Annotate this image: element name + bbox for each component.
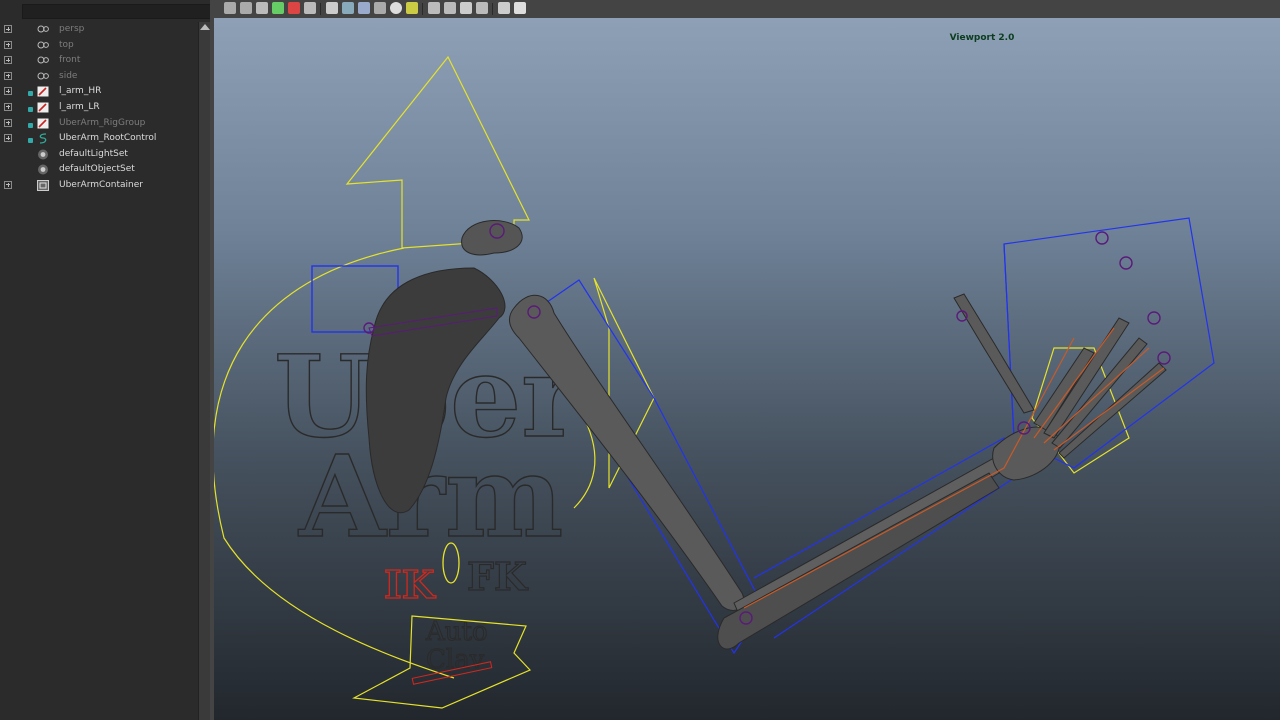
outliner-item[interactable]: front	[0, 53, 198, 69]
outliner-item[interactable]: l_arm_HR	[0, 84, 198, 100]
scene-3d-view[interactable]: Uber Arm IK FK Auto Clav	[214, 18, 1280, 720]
outliner-item[interactable]: UberArm_RigGroup	[0, 116, 198, 132]
outliner-item-label: defaultObjectSet	[59, 164, 135, 175]
expand-plus-icon[interactable]	[4, 180, 12, 189]
expand-plus-icon[interactable]	[4, 87, 12, 96]
outliner-item-label: side	[59, 70, 78, 81]
outliner-item-label: front	[59, 55, 81, 66]
select-camera-icon[interactable]	[224, 2, 236, 14]
outliner-item[interactable]: top	[0, 38, 198, 54]
expand-plus-icon[interactable]	[4, 118, 12, 127]
auto-label: Auto	[425, 617, 488, 647]
expand-plus-icon[interactable]	[4, 102, 12, 111]
outliner-item-label: l_arm_HR	[59, 86, 102, 97]
expand-plus-icon[interactable]	[4, 71, 12, 80]
expand-plus-icon[interactable]	[4, 134, 12, 143]
two-d-pan-zoom-icon[interactable]	[514, 2, 526, 14]
connection-flag-icon	[28, 106, 33, 112]
outliner-item-label: persp	[59, 24, 85, 34]
finger-joint-1	[1095, 231, 1109, 245]
connection-flag-icon	[28, 138, 33, 144]
use-lights-icon[interactable]	[390, 2, 402, 14]
viewport-toolbar	[214, 0, 1280, 19]
curve-icon	[37, 133, 49, 144]
outliner-search-field[interactable]	[22, 4, 212, 19]
forearm-ulna-bone	[717, 472, 1000, 650]
outliner-item-label: defaultLightSet	[59, 148, 128, 159]
outliner-item-label: UberArmContainer	[59, 179, 143, 190]
xray-icon[interactable]	[460, 2, 472, 14]
toolbar-separator	[320, 3, 321, 15]
outliner-item[interactable]: UberArmContainer	[0, 178, 198, 194]
ambient-occlusion-icon[interactable]	[428, 2, 440, 14]
outliner-item[interactable]: UberArm_RootControl	[0, 131, 198, 147]
outliner-item[interactable]: persp	[0, 22, 198, 38]
scroll-up-arrow-icon[interactable]	[200, 24, 210, 30]
camera-icon	[37, 24, 49, 35]
image-plane-icon[interactable]	[272, 2, 284, 14]
outliner-item-label: UberArm_RootControl	[59, 133, 157, 144]
transform-node-icon	[37, 118, 49, 129]
viewport-panel[interactable]: Viewport 2.0 Uber Arm IK FK Auto Clav	[214, 0, 1280, 720]
outliner-item-label: top	[59, 39, 74, 50]
outliner-item-label: UberArm_RigGroup	[59, 117, 146, 128]
outliner-item[interactable]: defaultObjectSet	[0, 162, 198, 178]
hand-ik-box-inner	[1003, 243, 1015, 439]
fk-switch-label: FK	[467, 554, 529, 599]
auto-clav-arrow-up-curve	[345, 55, 530, 249]
hand-bones	[953, 293, 1167, 481]
finger-joint-2	[1119, 256, 1133, 270]
expand-plus-icon[interactable]	[4, 56, 12, 65]
textured-icon[interactable]	[374, 2, 386, 14]
camera-icon	[37, 71, 49, 82]
connection-flag-icon	[28, 122, 33, 128]
camera-attributes-icon[interactable]	[240, 2, 252, 14]
grid-icon[interactable]	[288, 2, 300, 14]
smooth-shade-icon[interactable]	[358, 2, 370, 14]
expand-plus-icon[interactable]	[4, 25, 12, 33]
wireframe-icon[interactable]	[342, 2, 354, 14]
toolbar-separator	[492, 3, 493, 15]
xray-joints-icon[interactable]	[476, 2, 488, 14]
camera-icon	[37, 40, 49, 51]
finger-joint-4	[1157, 351, 1171, 365]
expand-plus-icon[interactable]	[4, 40, 12, 49]
bookmarks-icon[interactable]	[256, 2, 268, 14]
camera-icon	[37, 55, 49, 66]
resolution-gate-icon[interactable]	[326, 2, 338, 14]
outliner-panel: persp top front side l_arm_HR l_arm_LR UberArm…	[0, 0, 214, 720]
transform-node-icon	[37, 86, 49, 97]
outliner-list: persp top front side l_arm_HR l_arm_LR UberArm…	[0, 22, 198, 720]
film-gate-icon[interactable]	[304, 2, 316, 14]
default-material-icon[interactable]	[498, 2, 510, 14]
isolate-select-icon[interactable]	[444, 2, 456, 14]
outliner-item[interactable]: l_arm_LR	[0, 100, 198, 116]
set-icon	[37, 164, 49, 175]
finger-joint-3	[1147, 311, 1161, 325]
shadows-icon[interactable]	[406, 2, 418, 14]
ik-switch-label: IK	[384, 562, 437, 607]
outliner-item[interactable]: side	[0, 69, 198, 85]
toolbar-separator	[422, 3, 423, 15]
transform-node-icon	[37, 102, 49, 113]
connection-flag-icon	[28, 91, 33, 97]
container-icon	[37, 179, 49, 191]
set-icon	[37, 149, 49, 160]
outliner-item-label: l_arm_LR	[59, 101, 100, 112]
outliner-item[interactable]: defaultLightSet	[0, 147, 198, 163]
